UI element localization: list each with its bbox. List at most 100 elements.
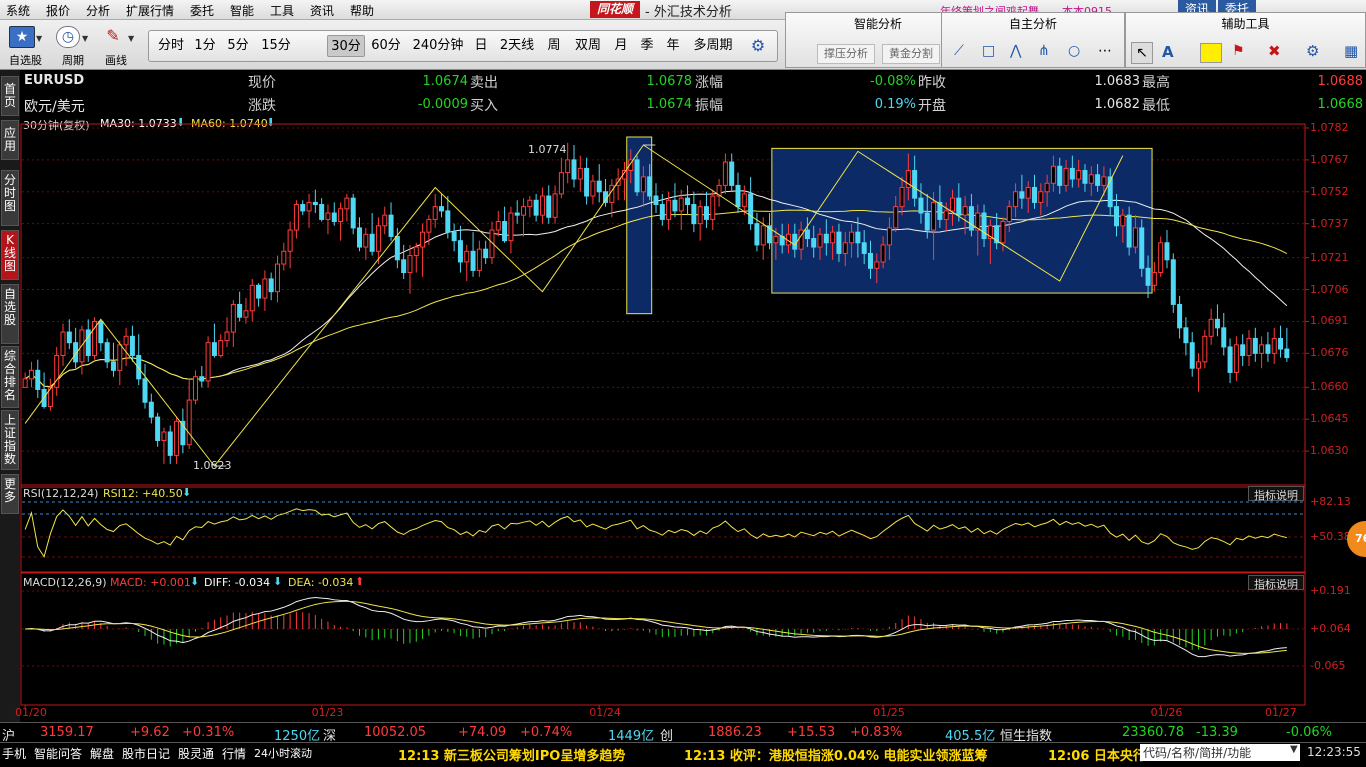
- candle-body: [205, 342, 211, 382]
- candle-body: [565, 159, 571, 174]
- bottom-interpret[interactable]: 解盘: [90, 745, 114, 762]
- candle-body: [104, 342, 110, 363]
- bottom-qa[interactable]: 智能问答: [34, 745, 82, 762]
- candle-body: [1082, 170, 1088, 184]
- candle-body: [584, 167, 590, 197]
- news-ticker-1[interactable]: 12:13 新三板公司筹划IPO呈增多趋势: [398, 745, 625, 764]
- sz-value: 10052.05: [364, 725, 427, 740]
- candle-body: [85, 329, 91, 356]
- candle-body: [129, 335, 135, 356]
- chevron-down-icon[interactable]: ▼: [1290, 744, 1298, 755]
- bottom-rolling[interactable]: 24小时滚动: [254, 745, 312, 761]
- candle-body: [293, 204, 299, 231]
- candle-body: [735, 184, 741, 208]
- diff-value: DIFF: -0.034: [204, 576, 271, 589]
- price-tick-label: 1.0737: [1310, 216, 1349, 230]
- rsi-explain-button[interactable]: 指标说明: [1248, 486, 1304, 502]
- candle-body: [483, 248, 489, 259]
- candle-body: [401, 259, 407, 274]
- price-tick-label: 1.0630: [1310, 444, 1349, 458]
- candle-body: [1044, 182, 1050, 193]
- candle-body: [1202, 335, 1208, 363]
- hs-pct: -0.06%: [1286, 725, 1332, 740]
- candle-body: [539, 195, 545, 216]
- candle-body: [697, 206, 703, 225]
- news-ticker-3[interactable]: 12:06 日本央行: [1048, 745, 1146, 764]
- candle-body: [521, 206, 527, 216]
- bottom-gulingtong[interactable]: 股灵通: [178, 745, 214, 762]
- candle-body: [773, 235, 779, 244]
- news-ticker-2[interactable]: 12:13 收评：港股恒指涨0.04% 电能实业领涨蓝筹: [684, 745, 988, 764]
- candle-body: [1132, 227, 1138, 248]
- candle-body: [312, 201, 318, 206]
- candle-body: [1170, 259, 1176, 305]
- price-tick-label: 1.0676: [1310, 346, 1349, 360]
- candle-body: [962, 206, 968, 216]
- candle-body: [224, 331, 230, 342]
- candle-body: [943, 210, 949, 220]
- candle-body: [470, 250, 476, 271]
- low-annotation: 1.0623: [193, 459, 232, 472]
- candle-body: [722, 161, 728, 186]
- candle-body: [211, 342, 217, 356]
- candle-body: [230, 303, 236, 333]
- candle-body: [527, 199, 533, 208]
- candle-body: [1006, 206, 1012, 223]
- candle-body: [243, 310, 249, 318]
- macd-panel: [25, 596, 1288, 658]
- arrow-down-icon: ⬇: [190, 575, 200, 588]
- search-input[interactable]: 代码/名称/简拼/功能: [1140, 744, 1300, 761]
- candle-body: [66, 331, 72, 344]
- candle-body: [407, 255, 413, 274]
- candle-body: [161, 431, 167, 441]
- candle-body: [1025, 187, 1031, 199]
- candle-body: [28, 369, 34, 380]
- rsi-value: RSI12: +40.50: [103, 487, 183, 500]
- candle-body: [426, 218, 432, 233]
- candle-body: [167, 431, 173, 456]
- hs-value: 23360.78: [1122, 725, 1185, 740]
- candle-body: [842, 242, 848, 254]
- candle-body: [981, 212, 987, 240]
- macd-panel-frame: [20, 572, 1306, 706]
- candle-body: [237, 303, 243, 318]
- candle-body: [382, 214, 388, 227]
- kline-chart[interactable]: [0, 0, 1366, 767]
- candle-body: [331, 212, 337, 223]
- sz-change: +74.09: [458, 725, 507, 740]
- candle-body: [274, 263, 280, 293]
- candle-body: [451, 231, 457, 242]
- clock-time: 12:23:55: [1307, 745, 1361, 759]
- candle-body: [874, 261, 880, 269]
- arrow-down-icon: ⬇: [182, 486, 192, 499]
- candle-body: [691, 204, 697, 225]
- candle-body: [1145, 267, 1151, 286]
- candle-body: [1057, 165, 1063, 186]
- date-tick-label: 01/20: [15, 706, 47, 719]
- candle-body: [754, 223, 760, 246]
- candle-body: [634, 159, 640, 193]
- candle-body: [344, 197, 350, 210]
- macd-explain-button[interactable]: 指标说明: [1248, 575, 1304, 591]
- cy-pct: +0.83%: [850, 725, 903, 740]
- candle-body: [596, 180, 602, 193]
- bottom-market[interactable]: 行情: [222, 745, 246, 762]
- candle-body: [432, 206, 438, 220]
- candle-body: [1038, 191, 1044, 203]
- sz-pct: +0.74%: [520, 725, 573, 740]
- candle-body: [1088, 174, 1094, 184]
- candle-body: [1208, 318, 1214, 337]
- candle-body: [155, 416, 161, 441]
- candle-body: [1271, 337, 1277, 354]
- price-tick-label: 1.0752: [1310, 184, 1349, 198]
- candle-body: [22, 378, 28, 388]
- candle-body: [867, 252, 873, 269]
- cy-change: +15.53: [787, 725, 836, 740]
- bottom-mobile[interactable]: 手机: [2, 745, 26, 762]
- bottom-diary[interactable]: 股市日记: [122, 745, 170, 762]
- candle-body: [1164, 242, 1170, 261]
- candle-body: [710, 195, 716, 220]
- candle-body: [924, 212, 930, 231]
- candle-body: [218, 340, 224, 356]
- rsi-label: RSI(12,12,24): [23, 487, 99, 500]
